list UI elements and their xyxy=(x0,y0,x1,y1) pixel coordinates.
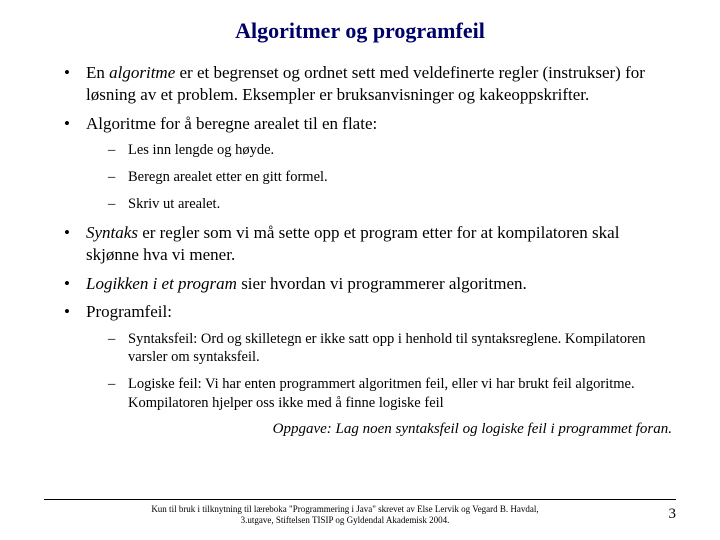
sub-list: Syntaksfeil: Ord og skilletegn er ikke s… xyxy=(86,330,676,413)
text: er regler som vi må sette opp et program… xyxy=(86,223,619,264)
sub-item: Skriv ut arealet. xyxy=(114,195,676,214)
footer-row: Kun til bruk i tilknytning til læreboka … xyxy=(44,504,676,527)
sub-item: Beregn arealet etter en gitt formel. xyxy=(114,168,676,187)
em: Syntaks xyxy=(86,223,138,242)
bullet-syntaks: Syntaks er regler som vi må sette opp et… xyxy=(70,222,676,267)
em: algoritme xyxy=(109,63,175,82)
slide-title: Algoritmer og programfeil xyxy=(44,18,676,44)
sub-item: Les inn lengde og høyde. xyxy=(114,141,676,160)
page-number: 3 xyxy=(646,504,676,523)
sub-item: Syntaksfeil: Ord og skilletegn er ikke s… xyxy=(114,330,676,368)
text: Algoritme for å beregne arealet til en f… xyxy=(86,114,377,133)
em: Logikken i et program xyxy=(86,274,237,293)
bullet-algoritme-areal: Algoritme for å beregne arealet til en f… xyxy=(70,113,676,214)
footer-text: Kun til bruk i tilknytning til læreboka … xyxy=(44,504,646,527)
sub-item: Logiske feil: Vi har enten programmert a… xyxy=(114,375,676,413)
text: Programfeil: xyxy=(86,302,172,321)
text: sier hvordan vi programmerer algoritmen. xyxy=(237,274,527,293)
text: En xyxy=(86,63,109,82)
bullet-logikken: Logikken i et program sier hvordan vi pr… xyxy=(70,273,676,295)
bullet-programfeil: Programfeil: Syntaksfeil: Ord og skillet… xyxy=(70,301,676,413)
assignment-text: Oppgave: Lag noen syntaksfeil og logiske… xyxy=(44,421,672,438)
footer-line1: Kun til bruk i tilknytning til læreboka … xyxy=(151,504,538,514)
slide: Algoritmer og programfeil En algoritme e… xyxy=(0,0,720,438)
footer: Kun til bruk i tilknytning til læreboka … xyxy=(0,499,720,527)
bullet-list: En algoritme er et begrenset og ordnet s… xyxy=(44,62,676,413)
bullet-algoritme: En algoritme er et begrenset og ordnet s… xyxy=(70,62,676,107)
footer-line2: 3.utgave, Stiftelsen TISIP og Gyldendal … xyxy=(241,515,450,525)
sub-list: Les inn lengde og høyde. Beregn arealet … xyxy=(86,141,676,214)
footer-rule xyxy=(44,499,676,500)
